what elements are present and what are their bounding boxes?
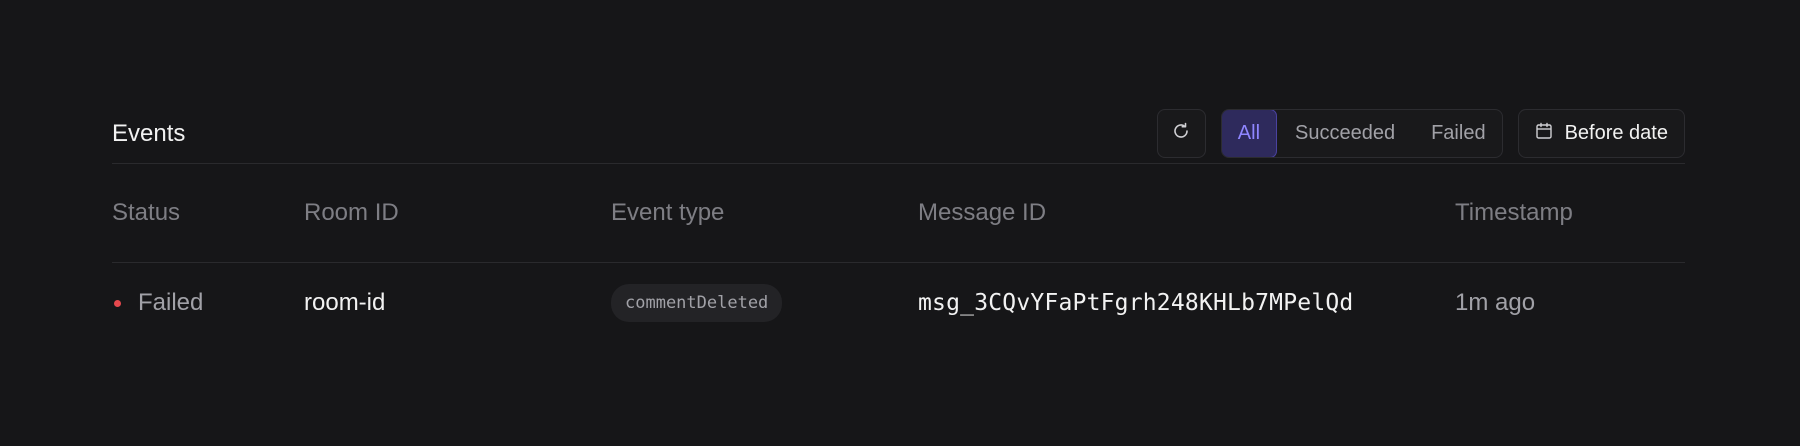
filter-succeeded[interactable]: Succeeded: [1277, 110, 1413, 157]
events-header: Events All Succeeded Failed Before date: [112, 109, 1685, 164]
column-header-event-type[interactable]: Event type: [611, 199, 918, 227]
status-failed-dot: [114, 299, 121, 307]
page-title: Events: [112, 119, 186, 147]
timestamp-cell: 1m ago: [1455, 289, 1536, 316]
calendar-icon: [1535, 122, 1553, 146]
before-date-label: Before date: [1564, 122, 1668, 144]
message-id-cell: msg_3CQvYFaPtFgrh248KHLb7MPelQd: [918, 290, 1354, 316]
refresh-icon: [1171, 121, 1191, 146]
column-header-room-id[interactable]: Room ID: [304, 199, 611, 227]
events-panel: Events All Succeeded Failed Before date …: [112, 109, 1685, 343]
column-header-status[interactable]: Status: [112, 199, 304, 227]
refresh-button[interactable]: [1156, 109, 1206, 158]
status-label: Failed: [138, 289, 204, 316]
room-id-cell: room-id: [304, 289, 386, 316]
filter-all[interactable]: All: [1221, 110, 1278, 157]
status-cell: Failed: [112, 289, 304, 317]
event-type-badge: commentDeleted: [611, 284, 783, 322]
column-header-message-id[interactable]: Message ID: [918, 199, 1455, 227]
table-header: Status Room ID Event type Message ID Tim…: [112, 164, 1685, 263]
table-row[interactable]: Failed room-id commentDeleted msg_3CQvYF…: [112, 263, 1685, 343]
event-type-cell: commentDeleted: [611, 284, 918, 322]
filter-failed[interactable]: Failed: [1413, 110, 1501, 157]
column-header-timestamp[interactable]: Timestamp: [1455, 199, 1685, 227]
header-controls: All Succeeded Failed Before date: [1156, 109, 1685, 158]
before-date-button[interactable]: Before date: [1517, 109, 1685, 158]
status-filter: All Succeeded Failed: [1220, 109, 1503, 158]
